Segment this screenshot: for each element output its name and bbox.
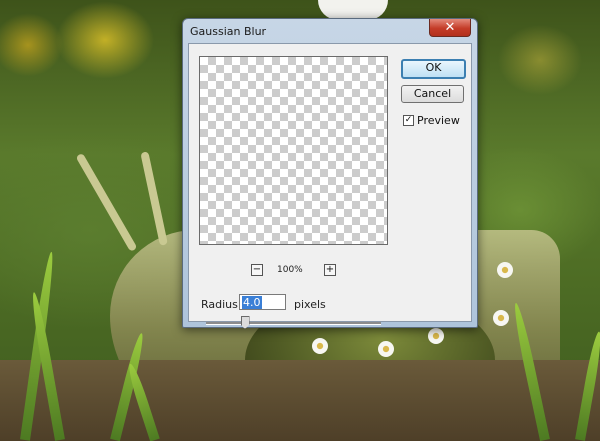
background-flower [497,262,513,278]
close-icon: ✕ [444,20,456,35]
dialog-titlebar[interactable]: Gaussian Blur ✕ [183,19,477,43]
radius-value: 4.0 [242,296,262,309]
checkmark-icon: ✓ [404,115,413,125]
radius-label: Radius: [201,298,242,311]
blur-preview-canvas[interactable] [199,56,388,245]
radius-input[interactable]: 4.0 [239,294,286,310]
background-ground [0,360,600,441]
preview-checkbox[interactable]: ✓ [403,115,414,126]
zoom-in-icon: + [325,264,335,275]
zoom-in-button[interactable]: + [324,264,336,276]
background-flower [318,0,388,20]
snail-antenna [75,152,138,252]
dialog-body: − 100% + OK Cancel ✓ Preview Radius: 4.0… [188,43,472,329]
zoom-level: 100% [277,265,303,275]
background-flower [312,338,328,354]
radius-unit-label: pixels [294,298,326,311]
background-flower [493,310,509,326]
dialog-title: Gaussian Blur [190,25,267,38]
cancel-button[interactable]: Cancel [401,85,464,103]
ok-button[interactable]: OK [401,59,466,79]
close-button[interactable]: ✕ [429,19,471,37]
background-flower [378,341,394,357]
radius-slider-thumb[interactable] [240,316,250,329]
radius-slider-track[interactable] [206,322,381,325]
snail-antenna [140,151,168,246]
zoom-out-button[interactable]: − [251,264,263,276]
zoom-out-icon: − [252,264,262,275]
preview-toggle[interactable]: ✓ Preview [403,114,460,127]
preview-checkbox-label[interactable]: Preview [417,114,460,127]
gaussian-blur-dialog: Gaussian Blur ✕ − 100% + OK Cancel ✓ Pre… [182,18,478,329]
background-flower [428,328,444,344]
